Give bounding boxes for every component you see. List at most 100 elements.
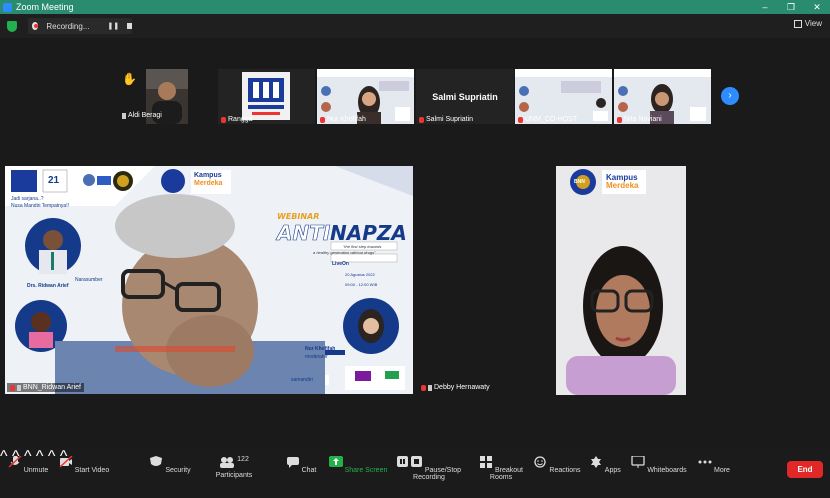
mic-muted-icon bbox=[419, 116, 424, 123]
participant-label-rangga: Rangga bbox=[221, 116, 253, 123]
pause-stop-label: Pause/Stop Recording bbox=[413, 467, 462, 481]
participant-tile-nita[interactable]: Nita Noviani bbox=[614, 69, 711, 124]
main-video-tile[interactable]: Jadi sarjana..? Nusa Mandiri Tempatnya!!… bbox=[5, 166, 413, 394]
participant-tile-salmi[interactable]: Salmi Supriatin Salmi Supriatin bbox=[416, 69, 514, 124]
participants-icon bbox=[220, 457, 235, 468]
poster-background bbox=[5, 166, 413, 394]
mic-muted-icon bbox=[320, 116, 325, 123]
participant-label-nur: Nur Khofifah bbox=[320, 116, 366, 123]
next-page-button[interactable]: › bbox=[721, 87, 739, 105]
participant-label-unm: UNM_CO-HOST bbox=[518, 116, 577, 123]
right-bnn: BNN bbox=[574, 179, 585, 185]
chat-label: Chat bbox=[301, 467, 317, 474]
meeting-topbar: Recording... ❚❚ View bbox=[0, 14, 830, 38]
participant-label-aldi: Aldi Beragi bbox=[122, 112, 162, 119]
pause-stop-icon bbox=[396, 456, 422, 467]
minimize-button[interactable]: – bbox=[752, 0, 778, 14]
end-meeting-button[interactable]: End bbox=[787, 461, 823, 478]
poster-kampus: Kampus bbox=[194, 172, 222, 179]
poster-time: 09:00 - 12:00 WIB bbox=[345, 282, 378, 287]
more-label: More bbox=[714, 467, 730, 474]
whiteboards-button[interactable]: Whiteboards bbox=[629, 455, 689, 474]
security-label: Security bbox=[165, 467, 191, 474]
chat-icon bbox=[286, 457, 299, 468]
share-screen-button[interactable]: Share Screen bbox=[328, 456, 388, 474]
grid-icon bbox=[793, 19, 802, 28]
breakout-rooms-button[interactable]: Breakout Rooms bbox=[471, 456, 531, 481]
participant-display-name: Salmi Supriatin bbox=[432, 92, 498, 102]
mic-muted-icon bbox=[10, 384, 15, 391]
mic-muted-icon bbox=[8, 455, 22, 468]
record-icon bbox=[32, 22, 39, 30]
start-video-button[interactable]: Start Video bbox=[54, 455, 114, 474]
participant-name: Salmi Supriatin bbox=[426, 116, 474, 123]
shield-icon bbox=[150, 456, 163, 466]
security-button[interactable]: Security bbox=[140, 456, 200, 474]
maximize-button[interactable]: ❐ bbox=[778, 0, 804, 14]
participants-button[interactable]: 122 Participants bbox=[204, 456, 264, 479]
whiteboard-icon bbox=[631, 455, 646, 468]
pin-icon bbox=[122, 112, 126, 119]
poster-speaker-name: Drs. Ridwan Arief bbox=[27, 283, 69, 289]
poster-title-napza: NAPZA bbox=[330, 221, 407, 245]
unmute-button[interactable]: Unmute bbox=[0, 455, 58, 474]
pause-stop-recording-button[interactable]: Pause/Stop Recording bbox=[393, 456, 465, 481]
mic-muted-icon bbox=[518, 116, 523, 123]
share-screen-label: Share Screen bbox=[344, 467, 388, 474]
apps-button[interactable]: Apps bbox=[575, 456, 635, 474]
participant-label-salmi: Salmi Supriatin bbox=[419, 116, 473, 123]
apps-label: Apps bbox=[604, 467, 621, 474]
raised-hand-icon: ✋ bbox=[122, 72, 137, 86]
chat-button[interactable]: Chat bbox=[271, 456, 331, 474]
camera-off-icon bbox=[59, 455, 73, 468]
whiteboards-label: Whiteboards bbox=[647, 467, 687, 474]
window-title: Zoom Meeting bbox=[16, 2, 74, 12]
more-button[interactable]: More bbox=[684, 456, 744, 474]
pause-recording-icon[interactable]: ❚❚ bbox=[108, 22, 120, 30]
poster-handle: samandiri bbox=[291, 377, 313, 383]
poster-logo-21: 21 bbox=[48, 175, 60, 186]
poster-tagline2: a healthy generation without drugs" bbox=[313, 250, 376, 255]
poster-date: 20 Agustus 2022 bbox=[345, 272, 375, 277]
recording-indicator: Recording... ❚❚ bbox=[28, 18, 132, 34]
participants-label: Participants bbox=[215, 472, 253, 479]
window-titlebar: Zoom Meeting – ❐ ✕ bbox=[0, 0, 830, 14]
poster-webinar: WEBINAR bbox=[277, 212, 320, 221]
view-button[interactable]: View bbox=[793, 19, 822, 28]
breakout-rooms-label: Breakout Rooms bbox=[489, 467, 523, 481]
participant-tile-rangga[interactable]: Rangga bbox=[218, 69, 315, 124]
unmute-label: Unmute bbox=[23, 467, 49, 474]
reactions-icon bbox=[534, 456, 547, 468]
stop-recording-icon[interactable] bbox=[127, 23, 132, 29]
close-button[interactable]: ✕ bbox=[804, 0, 830, 14]
participant-name: Nita Noviani bbox=[624, 116, 662, 123]
participant-video bbox=[556, 166, 686, 395]
pin-icon bbox=[428, 384, 432, 391]
second-video-tile[interactable]: Kampus Merdeka BNN bbox=[556, 166, 686, 395]
start-video-label: Start Video bbox=[74, 467, 110, 474]
poster-title-anti: ANTI bbox=[277, 221, 331, 246]
participant-label-nita: Nita Noviani bbox=[617, 116, 662, 123]
right-merdeka: Merdeka bbox=[606, 181, 639, 190]
participant-name: UNM_CO-HOST bbox=[525, 116, 578, 123]
zoom-app-icon bbox=[3, 2, 12, 12]
participant-name: Nur Khofifah bbox=[327, 116, 366, 123]
shield-icon[interactable] bbox=[7, 21, 17, 32]
mic-muted-icon bbox=[617, 116, 622, 123]
participant-tile-nur[interactable]: Nur Khofifah bbox=[317, 69, 414, 124]
poster-line1: Jadi sarjana..? bbox=[11, 196, 44, 202]
main-video-label: BNN_Ridwan Arief bbox=[7, 383, 84, 392]
view-label: View bbox=[804, 19, 822, 28]
participant-name: Aldi Beragi bbox=[128, 112, 162, 119]
right-video-label: Debby Hernawaty bbox=[418, 383, 493, 392]
poster-line2: Nusa Mandiri Tempatnya!! bbox=[11, 203, 69, 209]
mic-muted-icon bbox=[421, 384, 426, 391]
poster-merdeka: Merdeka bbox=[194, 180, 223, 187]
more-icon bbox=[698, 460, 712, 464]
poster-tagline1: "the first step towards bbox=[343, 244, 382, 249]
recording-label: Recording... bbox=[46, 21, 90, 31]
participant-tile-unm[interactable]: UNM_CO-HOST bbox=[515, 69, 612, 124]
speaker-name: BNN_Ridwan Arief bbox=[23, 384, 81, 391]
poster-narasumber: Narasumber bbox=[75, 277, 103, 283]
pin-icon bbox=[17, 384, 21, 391]
